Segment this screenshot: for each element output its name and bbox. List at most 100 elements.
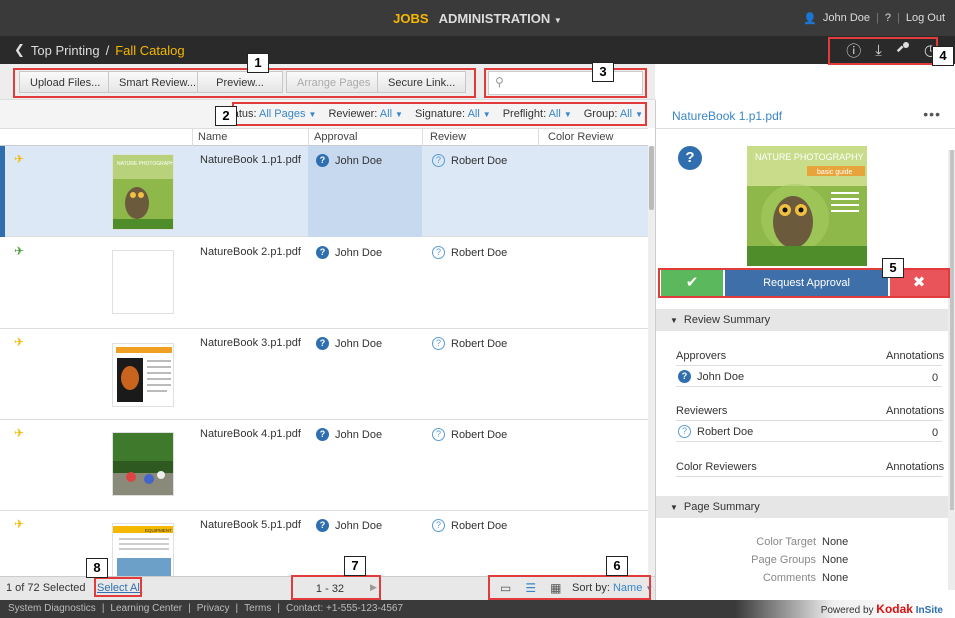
reviewer-entry[interactable]: ? Robert Doe xyxy=(678,425,753,438)
user-icon: 👤 xyxy=(803,12,817,25)
column-divider xyxy=(308,129,309,147)
question-icon: ? xyxy=(316,519,329,532)
help-link[interactable]: ? xyxy=(885,12,891,24)
panel-title: NatureBook 1.p1.pdf xyxy=(672,109,783,123)
footer-link-diagnostics[interactable]: System Diagnostics xyxy=(8,603,96,614)
preview-thumbnail[interactable]: NATURE PHOTOGRAPHY basic guide xyxy=(747,146,867,266)
scrollbar-thumb[interactable] xyxy=(649,146,654,210)
nav-administration[interactable]: ADMINISTRATION ▼ xyxy=(439,11,562,26)
footer-link-privacy[interactable]: Privacy xyxy=(197,603,230,614)
chevron-down-icon: ▼ xyxy=(553,15,562,25)
table-row[interactable]: ✈ NatureBook 4.p1.pdf ? John Doe ? Robert … xyxy=(0,420,648,511)
thumbnail-title: NATURE PHOTOGRAPHY xyxy=(755,152,864,162)
callout-box-3 xyxy=(484,68,647,98)
file-name[interactable]: NatureBook 1.p1.pdf xyxy=(200,154,301,166)
reviewer[interactable]: ? Robert Doe xyxy=(432,519,507,532)
column-header-review[interactable]: Review xyxy=(430,131,466,143)
list-scrollbar[interactable] xyxy=(648,146,655,576)
page-thumbnail[interactable]: NATURE PHOTOGRAPHY xyxy=(112,154,174,230)
divider: | xyxy=(897,12,900,24)
question-outline-icon: ? xyxy=(432,154,445,167)
airplane-icon: ✈ xyxy=(14,152,25,166)
triangle-down-icon: ▼ xyxy=(670,316,678,325)
callout-number-7: 7 xyxy=(344,556,366,576)
annotations-label: Annotations xyxy=(886,405,945,417)
nav-jobs[interactable]: JOBS xyxy=(393,11,428,26)
reviewer[interactable]: ? Robert Doe xyxy=(432,154,507,167)
callout-number-6: 6 xyxy=(606,556,628,576)
airplane-icon: ✈ xyxy=(14,426,25,440)
divider xyxy=(676,476,942,477)
divider xyxy=(676,420,942,421)
file-list: ✈ NATURE PHOTOGRAPHY NatureBook 1.p1.pdf… xyxy=(0,146,648,576)
column-divider xyxy=(422,129,423,147)
question-outline-icon: ? xyxy=(432,428,445,441)
page-footer: System Diagnostics | Learning Center | P… xyxy=(0,600,955,618)
footer-contact: Contact: +1-555-123-4567 xyxy=(286,603,404,614)
page-summary-section[interactable]: ▼ Page Summary xyxy=(656,496,948,518)
divider: | xyxy=(876,12,879,24)
page-groups-label: Page Groups xyxy=(751,554,816,566)
footer-link-learning[interactable]: Learning Center xyxy=(110,603,182,614)
breadcrumb: ❮ Top Printing / Fall Catalog xyxy=(14,36,185,64)
approver[interactable]: ? John Doe xyxy=(316,428,382,441)
footer-link-terms[interactable]: Terms xyxy=(244,603,271,614)
approvers-label: Approvers xyxy=(676,350,727,362)
column-header-name[interactable]: Name xyxy=(198,131,227,143)
user-name[interactable]: John Doe xyxy=(823,12,870,24)
table-row[interactable]: ✈ NatureBook 2.p1.pdf ? John Doe ? Robert … xyxy=(0,238,648,329)
question-icon: ? xyxy=(316,428,329,441)
breadcrumb-separator: / xyxy=(105,42,110,58)
question-outline-icon: ? xyxy=(432,337,445,350)
page-thumbnail[interactable] xyxy=(112,343,174,407)
page-thumbnail[interactable]: EQUIPMENT xyxy=(112,523,174,576)
color-target-label: Color Target xyxy=(756,536,816,548)
reviewer[interactable]: ? Robert Doe xyxy=(432,246,507,259)
table-row[interactable]: ✈ NATURE PHOTOGRAPHY NatureBook 1.p1.pdf… xyxy=(0,146,648,237)
approver[interactable]: ? John Doe xyxy=(316,337,382,350)
approver[interactable]: ? John Doe xyxy=(316,154,382,167)
reviewers-label: Reviewers xyxy=(676,405,728,417)
approver[interactable]: ? John Doe xyxy=(316,519,382,532)
chevron-left-icon[interactable]: ❮ xyxy=(14,42,25,58)
page-thumbnail[interactable] xyxy=(112,432,174,496)
approval-status-icon: ? xyxy=(678,146,702,170)
file-name[interactable]: NatureBook 2.p1.pdf xyxy=(200,246,301,258)
callout-box-4 xyxy=(828,37,938,65)
annotations-label: Annotations xyxy=(886,461,945,473)
column-header-approval[interactable]: Approval xyxy=(314,131,357,143)
powered-by-logo: Powered by Kodak InSite xyxy=(735,600,955,618)
scrollbar-thumb[interactable] xyxy=(950,150,954,510)
column-header-color-review[interactable]: Color Review xyxy=(548,131,613,143)
more-options-icon[interactable]: ••• xyxy=(923,106,941,122)
color-target-value: None xyxy=(822,536,849,548)
reviewer[interactable]: ? Robert Doe xyxy=(432,428,507,441)
details-panel: NatureBook 1.p1.pdf ••• ? NATURE PHOTOGR… xyxy=(655,100,955,600)
table-row[interactable]: ✈ NatureBook 3.p1.pdf ? John Doe ? Robert … xyxy=(0,329,648,420)
file-name[interactable]: NatureBook 5.p1.pdf xyxy=(200,519,301,531)
approver[interactable]: ? John Doe xyxy=(316,246,382,259)
thumbnail-title: EQUIPMENT xyxy=(145,528,172,533)
approver-entry[interactable]: ? John Doe xyxy=(678,370,744,383)
breadcrumb-current: Fall Catalog xyxy=(115,42,185,58)
callout-box-6 xyxy=(488,575,651,600)
file-name[interactable]: NatureBook 3.p1.pdf xyxy=(200,337,301,349)
panel-scrollbar[interactable] xyxy=(948,150,955,590)
reviewer[interactable]: ? Robert Doe xyxy=(432,337,507,350)
callout-number-8: 8 xyxy=(86,558,108,578)
footer-divider: | xyxy=(277,603,280,614)
breadcrumb-parent[interactable]: Top Printing xyxy=(31,43,100,58)
divider xyxy=(676,365,942,366)
airplane-icon: ✈ xyxy=(14,517,25,531)
page-thumbnail[interactable] xyxy=(112,250,174,314)
file-name[interactable]: NatureBook 4.p1.pdf xyxy=(200,428,301,440)
footer-divider: | xyxy=(101,603,105,614)
divider xyxy=(656,128,955,129)
question-icon: ? xyxy=(678,370,691,383)
callout-number-5: 5 xyxy=(882,258,904,278)
question-outline-icon: ? xyxy=(678,425,691,438)
thumbnail-subtitle: basic guide xyxy=(817,169,853,176)
review-summary-section[interactable]: ▼ Review Summary xyxy=(656,309,948,331)
row-indicator xyxy=(0,146,5,237)
logout-link[interactable]: Log Out xyxy=(906,12,945,24)
